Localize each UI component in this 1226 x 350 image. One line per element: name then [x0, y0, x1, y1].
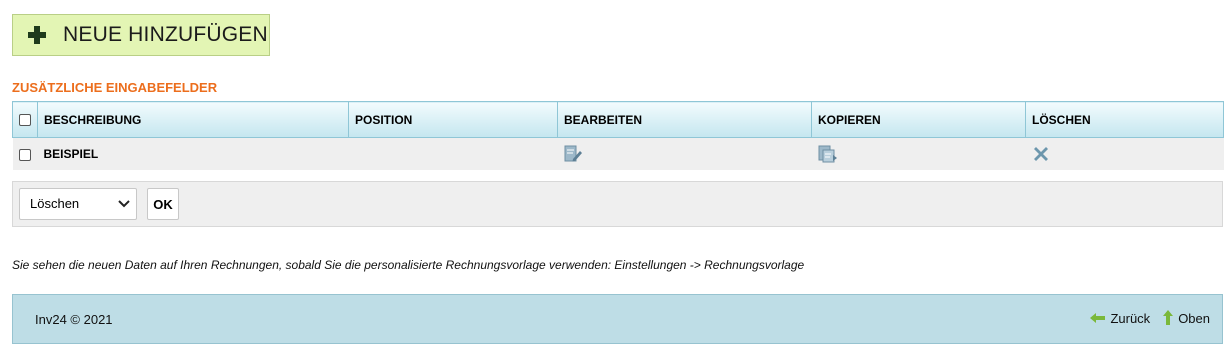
row-delete-cell: [1025, 137, 1224, 170]
column-header-edit: BEARBEITEN: [557, 101, 812, 138]
bulk-action-selected: Löschen: [30, 196, 80, 211]
fields-table: BESCHREIBUNG POSITION BEARBEITEN KOPIERE…: [12, 101, 1224, 170]
footer-copyright: Inv24 © 2021: [35, 312, 113, 327]
top-label: Oben: [1178, 310, 1210, 326]
footer: Inv24 © 2021 Zurück Oben: [12, 294, 1223, 344]
column-header-delete: LÖSCHEN: [1025, 101, 1224, 138]
column-header-description[interactable]: BESCHREIBUNG: [37, 101, 349, 138]
row-select-cell: [12, 137, 38, 170]
ok-button[interactable]: OK: [147, 188, 179, 220]
arrow-left-icon: [1090, 313, 1106, 323]
back-link[interactable]: Zurück: [1090, 311, 1150, 326]
row-copy-cell: [811, 137, 1026, 170]
row-edit-cell: [557, 137, 812, 170]
column-header-position[interactable]: POSITION: [348, 101, 558, 138]
row-description: BEISPIEL: [37, 137, 349, 170]
select-all-cell: [12, 101, 38, 138]
copy-icon[interactable]: [818, 145, 838, 163]
plus-icon: [28, 26, 46, 44]
bulk-action-select[interactable]: Löschen: [19, 188, 137, 220]
table-header-row: BESCHREIBUNG POSITION BEARBEITEN KOPIERE…: [12, 101, 1224, 138]
delete-x-icon[interactable]: [1032, 145, 1050, 163]
bulk-action-bar: Löschen OK: [12, 181, 1223, 227]
chevron-down-icon: [118, 200, 130, 208]
select-all-checkbox[interactable]: [19, 114, 31, 127]
row-position: [348, 137, 558, 170]
info-text: Sie sehen die neuen Daten auf Ihren Rech…: [12, 258, 805, 272]
table-row: BEISPIEL: [12, 137, 1224, 170]
add-new-label: NEUE HINZUFÜGEN: [63, 23, 268, 46]
section-title: ZUSÄTZLICHE EINGABEFELDER: [12, 80, 218, 95]
column-header-copy: KOPIEREN: [811, 101, 1026, 138]
add-new-button[interactable]: NEUE HINZUFÜGEN: [12, 14, 270, 56]
footer-nav: Zurück Oben: [1090, 310, 1210, 326]
edit-icon[interactable]: [564, 145, 582, 163]
top-link[interactable]: Oben: [1162, 310, 1210, 326]
arrow-up-icon: [1163, 310, 1174, 325]
row-checkbox[interactable]: [19, 148, 31, 161]
back-label: Zurück: [1110, 310, 1151, 326]
